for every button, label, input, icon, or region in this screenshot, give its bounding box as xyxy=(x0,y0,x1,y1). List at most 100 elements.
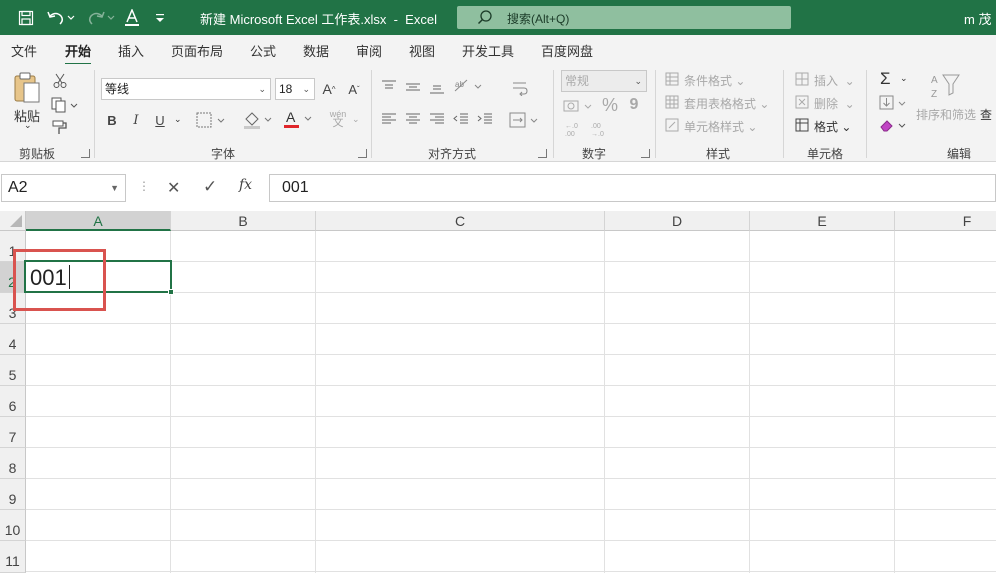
tab-baidu-netdisk[interactable]: 百度网盘 xyxy=(541,41,593,60)
undo-icon[interactable] xyxy=(44,8,78,28)
wrap-text-icon[interactable] xyxy=(510,78,530,98)
column-header-b[interactable]: B xyxy=(171,211,316,231)
font-size-combo[interactable]: 18 ⌄ xyxy=(275,78,315,100)
align-left-icon[interactable] xyxy=(380,110,398,128)
user-account[interactable]: m 茂 xyxy=(964,9,991,28)
row-header-10[interactable]: 10 xyxy=(0,510,26,541)
align-top-icon[interactable] xyxy=(380,78,398,96)
tab-insert[interactable]: 插入 xyxy=(118,41,144,60)
column-header-e[interactable]: E xyxy=(750,211,895,231)
search-box[interactable]: 搜索(Alt+Q) xyxy=(457,6,791,29)
fill-icon[interactable] xyxy=(878,94,908,112)
customize-toolbar-icon[interactable] xyxy=(152,8,168,28)
increase-decimal-icon[interactable]: ←.0.00 xyxy=(562,120,584,138)
decrease-decimal-icon[interactable]: .00 →.0 xyxy=(588,120,610,138)
enter-icon[interactable]: ✓ xyxy=(203,177,217,197)
number-launcher-icon[interactable] xyxy=(641,149,650,158)
cell-styles-button[interactable]: 单元格样式 ⌄ xyxy=(684,118,757,135)
cut-icon[interactable] xyxy=(50,72,70,90)
tab-home[interactable]: 开始 xyxy=(65,41,92,66)
align-right-icon[interactable] xyxy=(428,110,446,128)
merge-center-icon[interactable] xyxy=(508,110,542,130)
insert-function-icon[interactable]: fx xyxy=(239,177,252,193)
clipboard-launcher-icon[interactable] xyxy=(81,149,90,158)
chevron-down-icon: ⌄ xyxy=(634,76,642,86)
alignment-group-label: 对齐方式 xyxy=(428,147,477,161)
font-color-quick-icon[interactable] xyxy=(122,8,142,28)
align-middle-icon[interactable] xyxy=(404,78,422,96)
conditional-format-button[interactable]: 条件格式 ⌄ xyxy=(684,72,745,89)
format-cells-button[interactable]: 格式 ⌄ xyxy=(814,118,851,135)
row-header-9[interactable]: 9 xyxy=(0,479,26,510)
italic-button[interactable]: I xyxy=(128,110,144,130)
format-as-table-button[interactable]: 套用表格格式 ⌄ xyxy=(684,95,769,112)
accounting-format-icon[interactable] xyxy=(562,96,596,116)
decrease-indent-icon[interactable] xyxy=(452,110,470,128)
tab-review[interactable]: 审阅 xyxy=(356,41,382,60)
number-format-combo[interactable]: 常规 ⌄ xyxy=(561,70,647,92)
formula-bar-grip-icon[interactable]: ⋮ xyxy=(138,179,150,193)
percent-button[interactable]: % xyxy=(600,94,620,116)
phonetic-guide-icon[interactable]: wén 文 xyxy=(326,108,350,130)
grow-font-icon[interactable]: A ^ xyxy=(319,78,339,100)
format-painter-icon[interactable] xyxy=(50,118,70,136)
find-select-button[interactable]: 查 xyxy=(980,106,992,123)
font-name-combo[interactable]: 等线 ⌄ xyxy=(101,78,271,100)
search-placeholder: 搜索(Alt+Q) xyxy=(507,12,570,26)
paste-icon[interactable] xyxy=(10,70,44,106)
underline-button[interactable]: U xyxy=(152,110,168,130)
align-bottom-icon[interactable] xyxy=(428,78,446,96)
row-header-4[interactable]: 4 xyxy=(0,324,26,355)
bold-button[interactable]: B xyxy=(104,110,120,130)
formula-input[interactable]: 001 xyxy=(269,174,996,202)
cancel-icon[interactable]: ✕ xyxy=(167,178,180,198)
tab-view[interactable]: 视图 xyxy=(409,41,435,60)
column-header-a[interactable]: A xyxy=(26,211,171,231)
sort-filter-icon[interactable]: AZ xyxy=(928,70,962,102)
worksheet-grid[interactable]: A B C D E F 1 2 3 4 5 6 7 8 9 10 11 001 xyxy=(0,211,996,573)
chevron-down-icon: ⌄ xyxy=(258,84,266,94)
paste-dropdown-icon[interactable]: ⌄ xyxy=(24,120,32,131)
fill-color-icon[interactable] xyxy=(242,110,276,130)
tab-file[interactable]: 文件 xyxy=(11,41,37,60)
copy-icon[interactable] xyxy=(50,96,82,114)
delete-cells-button[interactable]: 删除 ⌄ xyxy=(814,95,855,112)
number-group-label: 数字 xyxy=(582,147,607,161)
underline-dropdown-icon[interactable]: ⌄ xyxy=(174,114,182,125)
tab-formulas[interactable]: 公式 xyxy=(250,41,276,60)
row-header-6[interactable]: 6 xyxy=(0,386,26,417)
row-header-5[interactable]: 5 xyxy=(0,355,26,386)
font-launcher-icon[interactable] xyxy=(358,149,367,158)
svg-text:A: A xyxy=(286,109,296,125)
font-color-icon[interactable]: A xyxy=(282,108,316,130)
comma-style-button[interactable]: 9 xyxy=(626,94,642,116)
insert-cells-button[interactable]: 插入 ⌄ xyxy=(814,72,855,89)
column-header-c[interactable]: C xyxy=(316,211,605,231)
column-header-d[interactable]: D xyxy=(605,211,750,231)
svg-text:.00: .00 xyxy=(565,131,575,137)
shrink-font-icon[interactable]: Aˇ xyxy=(344,78,364,100)
select-all-corner[interactable] xyxy=(0,211,26,231)
align-center-icon[interactable] xyxy=(404,110,422,128)
cells-group-label: 单元格 xyxy=(807,147,844,161)
column-header-f[interactable]: F xyxy=(895,211,996,231)
name-box[interactable]: A2 ▼ xyxy=(1,174,126,202)
increase-indent-icon[interactable] xyxy=(476,110,494,128)
autosum-button[interactable]: Σ xyxy=(880,69,891,89)
autosum-dropdown-icon[interactable]: ⌄ xyxy=(900,73,908,84)
save-icon[interactable] xyxy=(16,8,36,28)
row-header-11[interactable]: 11 xyxy=(0,541,26,573)
borders-icon[interactable] xyxy=(195,110,229,130)
alignment-launcher-icon[interactable] xyxy=(538,149,547,158)
fill-handle[interactable] xyxy=(168,289,174,295)
clear-icon[interactable] xyxy=(878,116,908,134)
redo-icon[interactable] xyxy=(86,8,116,28)
row-header-8[interactable]: 8 xyxy=(0,448,26,479)
tab-page-layout[interactable]: 页面布局 xyxy=(171,41,223,60)
sort-filter-button[interactable]: 排序和筛选 xyxy=(916,106,976,123)
orientation-icon[interactable]: ab xyxy=(452,76,486,96)
row-header-7[interactable]: 7 xyxy=(0,417,26,448)
tab-developer[interactable]: 开发工具 xyxy=(462,41,514,60)
tab-data[interactable]: 数据 xyxy=(303,41,329,60)
phonetic-dropdown-icon[interactable]: ⌄ xyxy=(352,114,360,125)
